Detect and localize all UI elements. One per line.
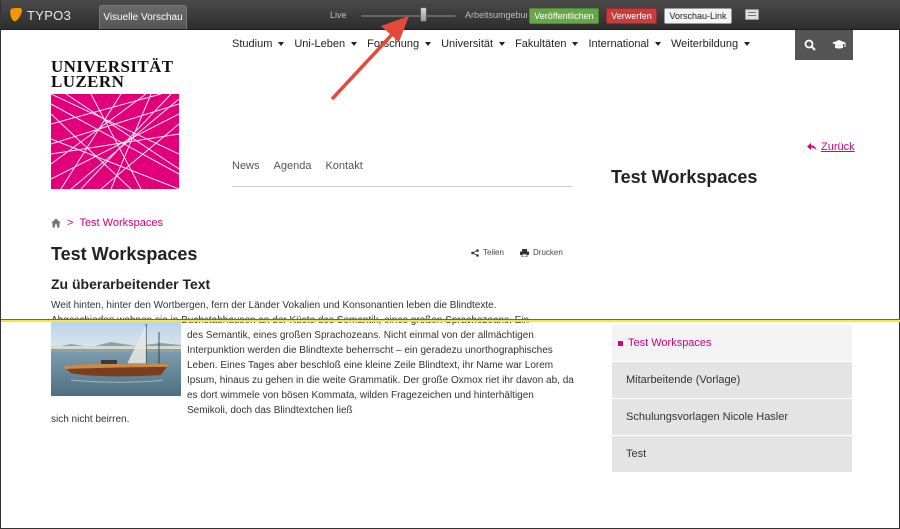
nav-item-label: Studium xyxy=(232,38,273,50)
nav-item-label: Fakultäten xyxy=(515,38,567,50)
sidebar-menu: Test Workspaces Mitarbeitende (Vorlage) … xyxy=(612,325,852,473)
typo3-toolbar: TYPO3 Visuelle Vorschau Live Arbeitsumge… xyxy=(1,0,900,30)
nav-item-label: Universität xyxy=(441,38,494,50)
sidebar-item-schulungsvorlagen[interactable]: Schulungsvorlagen Nicole Hasler xyxy=(612,399,852,436)
tab-visual-preview[interactable]: Visuelle Vorschau xyxy=(99,5,187,29)
sidebar-title: Test Workspaces xyxy=(611,167,758,187)
graduation-cap-icon xyxy=(831,40,846,49)
chevron-down-icon xyxy=(499,42,506,46)
chevron-down-icon xyxy=(572,42,579,46)
nav-item-fakultaeten[interactable]: Fakultäten xyxy=(515,38,579,50)
divider xyxy=(232,186,572,187)
back-link-label: Zurück xyxy=(821,141,855,153)
section-heading: Zu überarbeitender Text xyxy=(51,276,211,292)
publish-button[interactable]: Veröffentlichen xyxy=(529,8,599,24)
sailboat-photo xyxy=(51,320,181,396)
subnav-kontakt[interactable]: Kontakt xyxy=(325,160,362,172)
university-logo-text[interactable]: UNIVERSITÄT LUZERN xyxy=(51,58,174,91)
chevron-down-icon xyxy=(278,42,285,46)
nav-item-international[interactable]: International xyxy=(588,38,661,50)
breadcrumb-current[interactable]: Test Workspaces xyxy=(79,217,163,229)
study-portal-button[interactable] xyxy=(824,30,853,60)
subnav-agenda[interactable]: Agenda xyxy=(274,160,312,172)
body-text-block: des Semantik, eines großen Sprachozeans.… xyxy=(187,330,574,416)
typo3-logo: TYPO3 xyxy=(9,7,71,23)
secondary-navigation: News Agenda Kontakt xyxy=(232,160,377,172)
typo3-logo-icon xyxy=(10,8,22,22)
nav-item-uni-leben[interactable]: Uni-Leben xyxy=(294,38,358,50)
print-icon xyxy=(520,248,529,257)
chevron-down-icon xyxy=(351,42,358,46)
print-button[interactable]: Drucken xyxy=(520,248,563,257)
nav-item-label: International xyxy=(588,38,649,50)
main-navigation: Studium Uni-Leben Forschung Universität … xyxy=(232,38,760,50)
back-arrow-icon xyxy=(807,143,817,151)
preview-link-button[interactable]: Vorschau-Link xyxy=(664,8,732,24)
breadcrumb-separator: > xyxy=(67,217,74,229)
panel-toggle-icon[interactable] xyxy=(745,9,759,20)
sidebar-item-test-workspaces[interactable]: Test Workspaces xyxy=(612,325,852,362)
university-logo-graphic[interactable] xyxy=(51,94,179,189)
search-icon xyxy=(804,39,816,51)
page-title: Test Workspaces xyxy=(51,244,198,264)
logo-line-2: LUZERN xyxy=(51,72,125,91)
share-button[interactable]: Teilen xyxy=(471,248,504,257)
sidebar-item-test[interactable]: Test xyxy=(612,436,852,473)
chevron-down-icon xyxy=(744,42,751,46)
share-label: Teilen xyxy=(483,248,504,257)
breadcrumb: > Test Workspaces xyxy=(51,217,163,229)
header-tools xyxy=(795,30,853,60)
nav-item-studium[interactable]: Studium xyxy=(232,38,285,50)
discard-button[interactable]: Verwerfen xyxy=(606,8,657,24)
nav-item-label: Weiterbildung xyxy=(671,38,739,50)
live-label: Live xyxy=(330,10,347,20)
share-icon xyxy=(471,248,479,257)
nav-item-forschung[interactable]: Forschung xyxy=(367,38,432,50)
active-marker-icon xyxy=(618,340,623,346)
nav-item-label: Uni-Leben xyxy=(294,38,346,50)
nav-item-universitaet[interactable]: Universität xyxy=(441,38,506,50)
workspace-slider-track[interactable] xyxy=(361,15,456,17)
body-text-line: sich nicht beirren. xyxy=(51,414,130,425)
chevron-down-icon xyxy=(425,42,432,46)
typo3-logo-text: TYPO3 xyxy=(27,7,72,23)
chevron-down-icon xyxy=(655,42,661,46)
back-link[interactable]: Zurück xyxy=(807,141,855,153)
workspace-label: Arbeitsumgebung xyxy=(465,10,527,20)
home-icon[interactable] xyxy=(51,218,61,228)
nav-item-label: Forschung xyxy=(367,38,420,50)
page-frame: TYPO3 Visuelle Vorschau Live Arbeitsumge… xyxy=(0,0,900,529)
print-label: Drucken xyxy=(533,248,563,257)
search-button[interactable] xyxy=(795,30,824,60)
subnav-news[interactable]: News xyxy=(232,160,260,172)
sidebar-item-label: Test Workspaces xyxy=(628,336,712,349)
workspace-diff-marker-line xyxy=(1,319,900,322)
nav-item-weiterbildung[interactable]: Weiterbildung xyxy=(671,38,751,50)
workspace-slider-handle[interactable] xyxy=(420,7,428,22)
sidebar-item-mitarbeitende[interactable]: Mitarbeitende (Vorlage) xyxy=(612,362,852,399)
body-text-line: Weit hinten, hinter den Wortbergen, fern… xyxy=(51,300,497,311)
